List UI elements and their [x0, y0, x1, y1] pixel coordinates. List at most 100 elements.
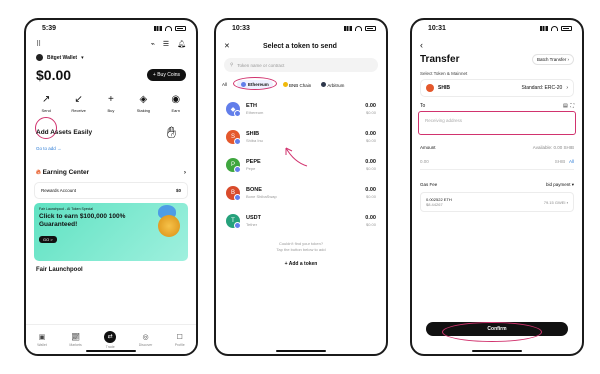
chevron-down-icon: ▾	[81, 54, 84, 61]
search-icon: ⚲	[230, 62, 234, 67]
chain-label: BNB Chain	[289, 82, 312, 88]
token-value: $0.00	[365, 110, 376, 115]
signal-icon	[154, 25, 162, 31]
fire-icon: 🔥︎	[36, 169, 41, 176]
wallet-selector[interactable]: Bitget Wallet ▾	[26, 52, 196, 63]
nav-markets[interactable]: 📈︎ Markets	[69, 333, 81, 347]
add-token-button[interactable]: + Add a token	[216, 261, 386, 267]
rewards-account-row[interactable]: Rewards Account $0	[34, 182, 188, 199]
batch-transfer-button[interactable]: Batch Transfer ›	[531, 54, 574, 65]
go-to-add-link[interactable]: Go to add →	[36, 146, 186, 151]
list-icon[interactable]: ☰	[163, 40, 169, 48]
profile-icon: ☐	[176, 333, 183, 341]
add-assets-card[interactable]: Add Assets Easily Go to add → ✋︎	[34, 125, 188, 163]
chain-label: Arbitrum	[327, 82, 345, 88]
gas-mode-value: bid payment	[545, 182, 571, 187]
buy-coins-button[interactable]: + Buy Coins	[146, 69, 186, 81]
wallet-icon: ▣	[38, 333, 46, 341]
gas-fee-selector[interactable]: 0.002522 ETH $8.44267 79.15 GWEI ›	[420, 192, 574, 212]
scan-icon[interactable]: ⛶	[570, 103, 574, 109]
usdt-icon: T	[226, 214, 241, 229]
promo-go-button[interactable]: GO >	[39, 236, 57, 243]
action-label: Buy	[107, 108, 115, 113]
amount-value: 0.00	[420, 159, 429, 164]
chain-arbitrum[interactable]: Arbitrum	[321, 81, 345, 88]
available-balance: Available: 0.00 SHIB	[532, 145, 574, 150]
token-row-eth[interactable]: ◆ ETH Ethereum 0.00 $0.00	[216, 95, 386, 123]
confirm-highlight-circle	[442, 322, 542, 342]
token-symbol: ETH	[246, 103, 257, 109]
token-row-usdt[interactable]: T USDT Tether 0.00 $0.00	[216, 207, 386, 235]
receiving-address-input[interactable]: Receiving address	[418, 111, 576, 135]
token-search-input[interactable]: ⚲ Token name or contract	[224, 58, 378, 72]
nav-profile[interactable]: ☐ Profile	[175, 333, 185, 347]
selected-token: SHIB	[438, 85, 450, 91]
promo-banner[interactable]: Fair Launchpool - AI Token Special Click…	[34, 203, 188, 261]
nav-label: Trade	[105, 344, 115, 349]
chevron-right-icon: ›	[566, 85, 568, 91]
chevron-right-icon[interactable]: ›	[184, 169, 186, 177]
shib-icon: S	[226, 130, 241, 145]
gas-mode-dropdown[interactable]: bid payment ▾	[546, 182, 574, 188]
battery-icon	[175, 25, 186, 31]
action-label: Receive	[71, 108, 86, 113]
fair-launchpool-title: Fair Launchpool	[36, 267, 83, 273]
home-indicator	[472, 350, 522, 352]
status-time: 10:31	[428, 24, 446, 32]
action-staking[interactable]: ◈ Staking	[128, 95, 158, 114]
link-icon[interactable]: ⌁	[151, 40, 155, 48]
rewards-account-value: $0	[175, 188, 181, 193]
nav-trade[interactable]: ⇄ Trade	[104, 330, 117, 349]
token-amount: 0.00	[365, 103, 376, 109]
token-amount: 0.00	[365, 131, 376, 137]
token-selector[interactable]: SHIB Standard: ERC-20 ›	[420, 79, 574, 97]
grid-menu-icon[interactable]: ⠿	[36, 40, 41, 48]
gas-usd: $8.44267	[426, 202, 443, 207]
shib-icon	[426, 84, 434, 92]
amount-unit: SHIB	[554, 159, 566, 164]
token-symbol: SHIB	[246, 131, 260, 137]
nav-wallet[interactable]: ▣ Wallet	[37, 333, 47, 347]
arbitrum-icon	[321, 81, 327, 87]
status-time: 10:33	[232, 24, 250, 32]
pepe-icon: P	[226, 158, 241, 173]
action-send[interactable]: ↗ Send	[31, 94, 61, 114]
battery-icon	[365, 25, 376, 31]
swap-icon: ⇄	[104, 330, 117, 343]
quick-actions: ↗ Send ↙ Receive + Buy ◈ Staking ◉ Earn	[26, 89, 196, 117]
max-all-button[interactable]: All	[569, 159, 574, 164]
action-label: Staking	[136, 108, 151, 113]
wifi-icon	[165, 25, 172, 31]
chain-ethereum[interactable]: Ethereum	[233, 77, 278, 90]
rewards-account-label: Rewards Account	[41, 188, 77, 193]
token-name: Ethereum	[246, 110, 264, 115]
ethereum-highlight-circle	[233, 77, 278, 90]
amount-input[interactable]: 0.00 SHIB All	[420, 154, 574, 170]
plus-icon: +	[108, 94, 114, 105]
action-buy[interactable]: + Buy	[96, 94, 126, 114]
bell-icon[interactable]: 🔔︎	[177, 40, 186, 48]
token-row-bone[interactable]: B BONE Bone ShibaSwap 0.00 $0.00	[216, 179, 386, 207]
token-value: $0.00	[365, 194, 376, 199]
address-book-icon[interactable]: ▤	[563, 103, 568, 109]
nav-discover[interactable]: ◎ Discover	[139, 333, 153, 347]
home-indicator	[276, 350, 326, 352]
tap-hint-text: Tap the button below to add	[276, 247, 326, 252]
back-icon[interactable]: ‹	[412, 36, 582, 50]
chevron-right-icon: ›	[567, 57, 570, 62]
signal-icon	[540, 25, 548, 31]
action-receive[interactable]: ↙ Receive	[64, 95, 94, 114]
chain-bnb[interactable]: BNB Chain	[282, 81, 312, 88]
earning-center-title[interactable]: 🔥︎ Earning Center	[36, 169, 89, 177]
status-bar: 5:39	[26, 20, 196, 36]
chain-filter: All Ethereum BNB Chain Arbitrum	[216, 74, 386, 95]
action-earn[interactable]: ◉ Earn	[161, 95, 191, 114]
send-arrow-icon: ↗	[41, 94, 51, 105]
token-value: $0.00	[365, 166, 376, 171]
nav-label: Profile	[174, 342, 185, 347]
bnb-icon	[282, 81, 288, 87]
page-title: Select a token to send	[262, 42, 337, 50]
chart-icon: 📈︎	[71, 333, 80, 341]
token-name: Bone ShibaSwap	[246, 194, 277, 199]
chain-all[interactable]: All	[222, 82, 227, 87]
